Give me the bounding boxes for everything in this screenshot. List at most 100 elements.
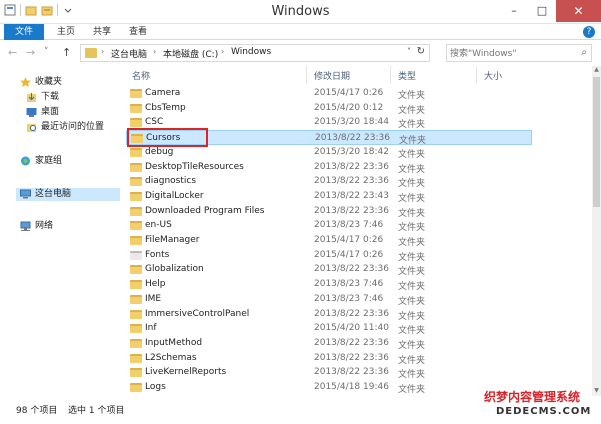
forward-button[interactable]: → [26, 46, 35, 59]
folder-icon [85, 48, 97, 58]
file-name: en-US [145, 220, 172, 231]
table-row[interactable]: CbsTemp 2015/4/20 0:12 文件夹 [126, 101, 532, 116]
table-row[interactable]: L2Schemas 2013/8/22 23:36 文件夹 [126, 351, 532, 366]
file-name: IME [145, 293, 162, 304]
tab-home[interactable]: 主页 [48, 24, 84, 40]
file-type: 文件夹 [398, 208, 426, 219]
table-row[interactable]: debug 2015/3/20 18:42 文件夹 [126, 145, 532, 160]
table-row[interactable]: DesktopTileResources 2013/8/22 23:36 文件夹 [126, 160, 532, 175]
recent-locations-button[interactable]: ˅ [44, 47, 49, 57]
table-row[interactable]: LiveKernelReports 2013/8/22 23:36 文件夹 [126, 365, 532, 380]
file-name: Fonts [145, 249, 170, 260]
nav-downloads[interactable]: 下载 [26, 91, 59, 104]
tab-view[interactable]: 查看 [120, 24, 156, 40]
up-button[interactable]: ↑ [62, 46, 71, 59]
table-row[interactable]: Camera 2015/4/17 0:26 文件夹 [126, 86, 532, 101]
tab-share[interactable]: 共享 [84, 24, 120, 40]
maximize-button[interactable]: □ [528, 0, 556, 22]
file-type: 文件夹 [398, 296, 426, 307]
watermark-logo: 织梦内容管理系统 DEDECMS.COM [484, 388, 598, 422]
file-name: Help [145, 279, 166, 290]
file-name: Inf [145, 323, 157, 334]
vertical-scrollbar[interactable]: ▲ ▼ [592, 66, 601, 396]
search-box[interactable]: ⌕ [446, 44, 592, 62]
address-dropdown-icon[interactable]: ˅ [407, 47, 411, 56]
breadcrumb-windows[interactable]: Windows [231, 47, 271, 57]
search-icon[interactable]: ⌕ [581, 47, 587, 58]
table-row[interactable]: Help 2013/8/23 7:46 文件夹 [126, 277, 532, 292]
minimize-button[interactable]: – [500, 0, 528, 22]
breadcrumb-separator: › [153, 47, 157, 56]
folder-icon [130, 324, 142, 334]
column-headers: 名称 修改日期 类型 大小 [122, 66, 592, 84]
nav-network[interactable]: 网络 [20, 220, 53, 233]
folder-icon [130, 309, 142, 319]
column-size-header[interactable]: 大小 [484, 69, 502, 82]
file-date: 2013/8/22 23:36 [314, 264, 389, 275]
file-type: 文件夹 [398, 120, 426, 131]
file-type: 文件夹 [398, 370, 426, 381]
table-row[interactable]: Inf 2015/4/20 11:40 文件夹 [126, 321, 532, 336]
column-separator[interactable] [476, 66, 477, 84]
column-separator[interactable] [390, 66, 391, 84]
column-separator[interactable] [306, 66, 307, 84]
file-name: Camera [145, 88, 181, 98]
nav-recent-places[interactable]: 最近访问的位置 [26, 121, 104, 134]
table-row[interactable]: Downloaded Program Files 2013/8/22 23:36 文… [126, 204, 532, 219]
tab-file[interactable]: 文件 [4, 24, 44, 40]
file-date: 2013/8/22 23:36 [314, 205, 389, 216]
column-date-header[interactable]: 修改日期 [314, 69, 350, 82]
folder-icon [130, 280, 142, 290]
table-row[interactable]: Globalization 2013/8/22 23:36 文件夹 [126, 262, 532, 277]
file-date: 2015/4/17 0:26 [314, 235, 384, 245]
nav-favorites[interactable]: 收藏夹 [20, 76, 62, 89]
scroll-up-icon[interactable]: ▲ [592, 66, 601, 75]
table-row[interactable]: en-US 2013/8/23 7:46 文件夹 [126, 218, 532, 233]
breadcrumb-this-pc[interactable]: 这台电脑 [111, 47, 147, 60]
breadcrumb-local-disk[interactable]: 本地磁盘 (C:) [163, 47, 218, 60]
folder-icon [130, 236, 142, 245]
search-input[interactable] [450, 47, 570, 60]
table-row[interactable]: Logs 2015/4/18 19:46 文件夹 [126, 380, 532, 395]
folder-icon [130, 118, 142, 128]
folder-icon [130, 383, 142, 392]
scroll-thumb[interactable] [593, 77, 600, 207]
back-button[interactable]: ← [8, 46, 17, 59]
table-row[interactable]: IME 2013/8/23 7:46 文件夹 [126, 292, 532, 307]
file-type: 文件夹 [398, 105, 426, 116]
file-name: Globalization [145, 264, 204, 275]
file-date: 2013/8/23 7:46 [314, 220, 384, 231]
file-date: 2013/8/22 23:36 [314, 308, 389, 319]
file-type: 文件夹 [398, 326, 426, 337]
downloads-icon [26, 92, 37, 102]
ribbon-tabs: 文件 主页 共享 查看 ? [0, 24, 601, 40]
file-date: 2015/4/17 0:26 [314, 88, 384, 98]
table-row[interactable]: Fonts 2015/4/17 0:26 文件夹 [126, 248, 532, 263]
table-row[interactable]: ImmersiveControlPanel 2013/8/22 23:36 文件夹 [126, 307, 532, 322]
address-bar[interactable]: › 这台电脑 › 本地磁盘 (C:) › Windows ˅ ↻ [80, 44, 430, 62]
navigation-pane: 收藏夹 下载 桌面 最近访问的位置 家庭组 这台电脑 网络 [0, 66, 120, 396]
nav-downloads-label: 下载 [41, 92, 60, 102]
file-date: 2013/8/22 23:36 [315, 133, 390, 144]
file-date: 2013/8/22 23:36 [314, 337, 389, 348]
file-date: 2015/4/20 11:40 [314, 323, 389, 334]
nav-recent-label: 最近访问的位置 [41, 122, 105, 132]
file-date: 2015/4/20 0:12 [314, 102, 384, 113]
nav-homegroup[interactable]: 家庭组 [20, 155, 62, 168]
nav-desktop[interactable]: 桌面 [26, 106, 59, 119]
file-type: 文件夹 [398, 252, 426, 263]
nav-this-pc[interactable]: 这台电脑 [16, 188, 120, 201]
column-type-header[interactable]: 类型 [398, 69, 416, 82]
nav-network-label: 网络 [35, 221, 54, 231]
table-row[interactable]: DigitalLocker 2013/8/22 23:43 文件夹 [126, 189, 532, 204]
file-date: 2015/4/17 0:26 [314, 249, 384, 260]
column-name-header[interactable]: 名称 [132, 69, 150, 82]
close-button[interactable]: ✕ [556, 0, 601, 22]
computer-icon [20, 189, 31, 199]
table-row[interactable]: FileManager 2015/4/17 0:26 文件夹 [126, 233, 532, 248]
file-date: 2013/8/22 23:36 [314, 176, 389, 187]
refresh-icon[interactable]: ↻ [417, 46, 425, 57]
help-icon[interactable]: ? [583, 26, 595, 38]
table-row[interactable]: InputMethod 2013/8/22 23:36 文件夹 [126, 336, 532, 351]
table-row[interactable]: diagnostics 2013/8/22 23:36 文件夹 [126, 174, 532, 189]
